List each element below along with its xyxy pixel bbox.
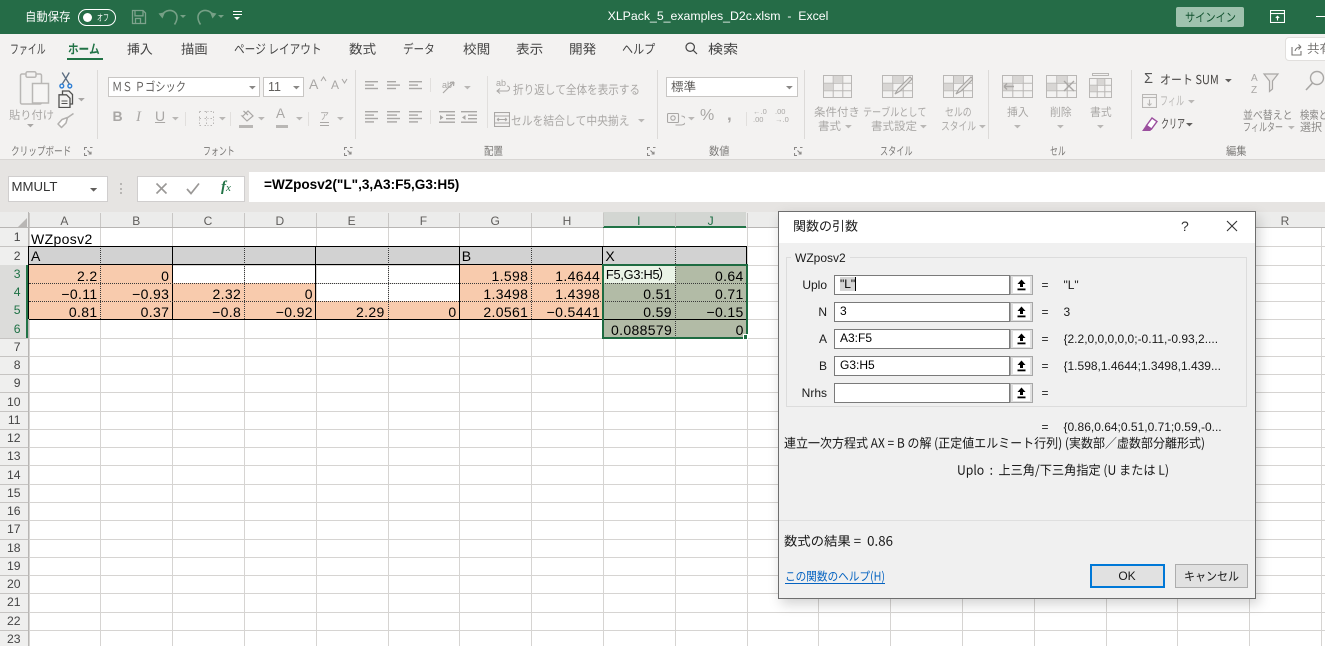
svg-text:ab: ab xyxy=(496,78,506,88)
svg-text:Z: Z xyxy=(1251,85,1257,96)
svg-text:ab: ab xyxy=(442,80,452,90)
svg-text:A: A xyxy=(1251,73,1258,84)
